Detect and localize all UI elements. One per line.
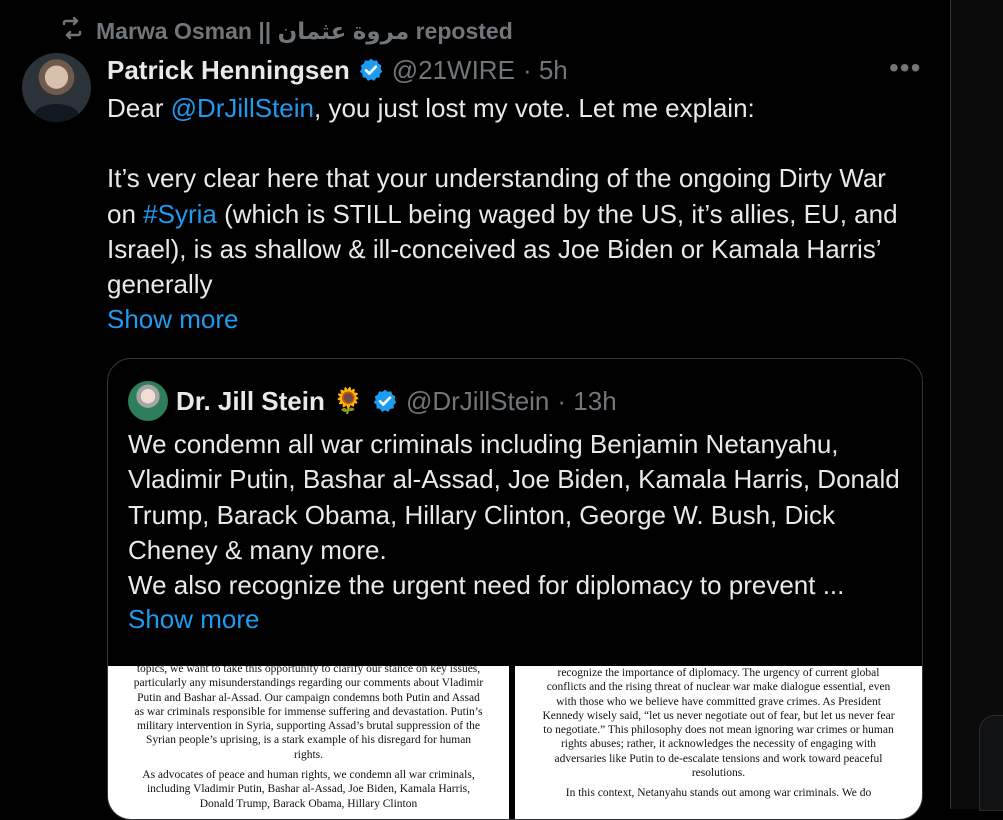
repost-label: Marwa Osman || مروة عثمان reposted bbox=[96, 17, 513, 44]
tweet-text-prefix: Dear bbox=[107, 93, 171, 123]
document-image-right[interactable]: recognize the importance of diplomacy. T… bbox=[515, 666, 922, 819]
document-left-paragraph-1: topics, we want to take this opportunity… bbox=[133, 666, 484, 761]
avatar-shoulders bbox=[34, 104, 79, 122]
quoted-show-more-button[interactable]: Show more bbox=[128, 604, 260, 635]
quoted-author-handle[interactable]: @DrJillStein bbox=[406, 386, 549, 417]
mention-link[interactable]: @DrJillStein bbox=[171, 93, 314, 123]
author-name[interactable]: Patrick Henningsen bbox=[107, 55, 350, 86]
document-text-right: recognize the importance of diplomacy. T… bbox=[515, 666, 922, 801]
tweet-text-rest: (which is STILL being waged by the US, i… bbox=[107, 198, 898, 300]
quoted-author-name[interactable]: Dr. Jill Stein bbox=[176, 386, 325, 417]
quoted-tweet-header: Dr. Jill Stein 🌻 @DrJillStein · 13h bbox=[128, 381, 617, 421]
quoted-tweet-card[interactable]: Dr. Jill Stein 🌻 @DrJillStein · 13h We c… bbox=[107, 358, 923, 820]
quoted-tweet-time[interactable]: · 13h bbox=[557, 386, 616, 417]
document-image-left[interactable]: topics, we want to take this opportunity… bbox=[108, 666, 509, 819]
show-more-button[interactable]: Show more bbox=[107, 302, 917, 337]
tweet-time[interactable]: · 5h bbox=[523, 55, 568, 86]
verified-badge-icon[interactable] bbox=[372, 388, 398, 414]
document-text-left: topics, we want to take this opportunity… bbox=[108, 666, 509, 811]
document-left-paragraph-2: As advocates of peace and human rights, … bbox=[142, 769, 475, 810]
tweet-paragraph-2: It’s very clear here that your understan… bbox=[107, 161, 917, 302]
side-panel-edge bbox=[951, 0, 1003, 811]
author-avatar[interactable] bbox=[22, 53, 91, 122]
quoted-author-avatar[interactable] bbox=[128, 381, 168, 421]
tweet-text-suffix: , you just lost my vote. Let me explain: bbox=[314, 93, 755, 123]
tweet-header: Patrick Henningsen @21WIRE · 5h bbox=[107, 52, 568, 88]
quoted-paragraph-1: We condemn all war criminals including B… bbox=[128, 429, 900, 565]
tweet-text: Dear @DrJillStein, you just lost my vote… bbox=[107, 91, 917, 338]
sunflower-emoji-icon: 🌻 bbox=[332, 386, 364, 415]
document-right-paragraph-2: In this context, Netanyahu stands out am… bbox=[565, 787, 872, 800]
verified-badge-icon[interactable] bbox=[358, 57, 384, 83]
document-right-paragraph-1: recognize the importance of diplomacy. T… bbox=[542, 667, 895, 780]
quoted-paragraph-2: We also recognize the urgent need for di… bbox=[128, 570, 845, 601]
hashtag-link[interactable]: #Syria bbox=[143, 199, 217, 229]
repost-icon bbox=[60, 16, 84, 46]
author-handle[interactable]: @21WIRE bbox=[392, 55, 515, 86]
repost-context[interactable]: Marwa Osman || مروة عثمان reposted bbox=[60, 16, 513, 46]
quoted-media-attachments[interactable]: topics, we want to take this opportunity… bbox=[108, 666, 922, 819]
more-options-icon[interactable]: ••• bbox=[889, 54, 921, 82]
tweet-paragraph-1: Dear @DrJillStein, you just lost my vote… bbox=[107, 91, 917, 126]
floating-panel-edge bbox=[979, 715, 1003, 811]
quoted-tweet-text: We condemn all war criminals including B… bbox=[128, 427, 908, 603]
